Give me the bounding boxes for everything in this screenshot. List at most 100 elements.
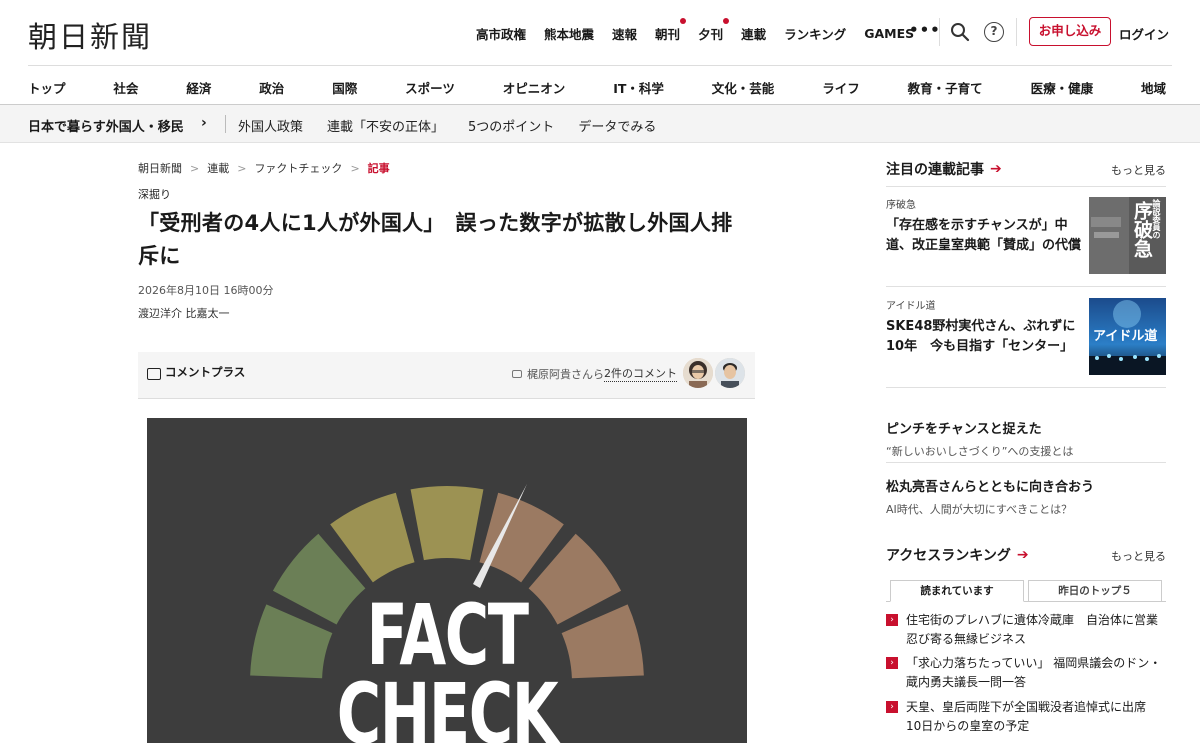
subscribe-button[interactable]: お申し込み [1029, 17, 1111, 46]
divider [886, 462, 1166, 463]
check-word: CHECK [336, 665, 559, 743]
category-item[interactable]: 文化・芸能 [712, 78, 775, 97]
breadcrumb-current: 記事 [367, 162, 390, 175]
top-nav-item[interactable]: 速報 [612, 24, 637, 43]
tab-most-read[interactable]: 読まれています [890, 580, 1024, 602]
divider [886, 186, 1166, 187]
series-title-text: 注目の連載記事 [886, 162, 984, 178]
comment-commenters: 梶原阿貴さんら [527, 367, 604, 381]
promo-subtitle: “新しいおいしさづくり”への支援とは [886, 445, 1074, 458]
divider [225, 115, 226, 133]
ranking-arrow-icon: › [886, 701, 898, 713]
breadcrumb-separator-icon: > [190, 161, 200, 175]
fact-check-hero-image: FACT CHECK [147, 418, 747, 743]
comment-summary: 梶原阿貴さんら 2件のコメント [512, 365, 677, 382]
series-section-title[interactable]: 注目の連載記事 ➔ [886, 159, 1002, 179]
breadcrumb-separator-icon: > [237, 161, 247, 175]
divider [939, 18, 940, 46]
top-nav-item[interactable]: 朝刊 [655, 18, 687, 43]
promo-title[interactable]: ピンチをチャンスと捉えた [886, 418, 1166, 437]
top-nav-item[interactable]: 高市政権 [476, 24, 526, 43]
ranking-tabs: 読まれています 昨日のトップ５ [886, 580, 1166, 602]
asahi-logo[interactable]: 朝日新聞 [28, 14, 152, 56]
more-menu-button[interactable]: ••• [909, 21, 941, 39]
ranking-item[interactable]: › 住宅街のプレハブに遺体冷蔵庫 自治体に営業 忍び寄る無縁ビジネス [886, 611, 1170, 649]
promo-title[interactable]: 松丸亮吾さんらとともに向き合おう [886, 476, 1166, 495]
help-icon[interactable]: ? [984, 22, 1004, 42]
thumbnail-label: 序破急 [1131, 201, 1153, 258]
divider [1016, 18, 1017, 46]
promo-subtitle: AI時代、人間が大切にすべきことは？ [886, 503, 1073, 516]
topic-link[interactable]: データでみる [578, 116, 656, 135]
comment-count-link[interactable]: 2件のコメント [604, 365, 677, 382]
top-nav-item[interactable]: 夕刊 [698, 18, 730, 43]
arrow-right-icon: ➔ [1016, 547, 1029, 563]
ranking-more-link[interactable]: もっと見る [1111, 548, 1166, 564]
gauge-segment [410, 486, 484, 561]
article-date: 2026年8月10日 16時00分 [138, 284, 274, 297]
avatar[interactable] [715, 358, 745, 388]
comment-plus-label[interactable]: コメントプラス [165, 364, 245, 380]
login-link[interactable]: ログイン [1119, 24, 1169, 43]
top-nav-item[interactable]: 熊本地震 [544, 24, 594, 43]
series-more-link[interactable]: もっと見る [1111, 162, 1166, 178]
category-item[interactable]: 社会 [113, 78, 138, 97]
topic-link[interactable]: 連載「不安の正体」 [327, 116, 444, 135]
ranking-item[interactable]: › 「求心力落ちたっていい」 福岡県議会のドン・蔵内勇夫議長一問一答 [886, 654, 1166, 692]
category-item[interactable]: 教育・子育て [908, 78, 983, 97]
avatar[interactable] [683, 358, 713, 388]
comment-icon [147, 368, 161, 380]
article-title: 「受刑者の4人に1人が外国人」 誤った数字が拡散し外国人排斥に [138, 211, 733, 268]
series-thumbnail[interactable]: 論説委員の 序破急 [1089, 197, 1166, 274]
top-nav-item[interactable]: GAMES [864, 26, 914, 41]
ranking-item-title[interactable]: 住宅街のプレハブに遺体冷蔵庫 自治体に営業 忍び寄る無縁ビジネス [906, 611, 1170, 649]
article-authors[interactable]: 渡辺洋介 比嘉太一 [138, 305, 230, 321]
ranking-arrow-icon: › [886, 657, 898, 669]
top-nav-item[interactable]: ランキング [784, 24, 846, 43]
arrow-right-icon: ➔ [990, 161, 1002, 177]
breadcrumb-separator-icon: > [350, 161, 360, 175]
promo-item[interactable]: 松丸亮吾さんらとともに向き合おう AI時代、人間が大切にすべきことは？ [886, 476, 1166, 517]
series-item-title[interactable]: SKE48野村実代さん、ぶれずに10年 今も目指す「センター」 [886, 317, 1081, 357]
topic-link[interactable]: 外国人政策 [238, 116, 303, 135]
ranking-item[interactable]: › 天皇、皇后両陛下が全国戦没者追悼式に出席 10日からの皇室の予定 [886, 698, 1166, 736]
top-nav-item[interactable]: 連載 [741, 24, 766, 43]
category-item[interactable]: スポーツ [405, 78, 455, 97]
category-item[interactable]: オピニオン [503, 78, 566, 97]
category-item[interactable]: トップ [28, 78, 66, 97]
divider [28, 65, 1172, 66]
promo-item[interactable]: ピンチをチャンスと捉えた “新しいおいしさづくり”への支援とは [886, 418, 1166, 459]
chevron-right-icon[interactable]: › [201, 115, 207, 131]
article-kicker: 深掘り [138, 188, 171, 201]
category-item[interactable]: 地域 [1141, 78, 1166, 97]
category-item[interactable]: 経済 [186, 78, 211, 97]
category-item[interactable]: 医療・健康 [1031, 78, 1094, 97]
ranking-section-title[interactable]: アクセスランキング ➔ [886, 545, 1029, 565]
category-item[interactable]: ライフ [822, 78, 860, 97]
topic-title-link[interactable]: 日本で暮らす外国人・移民 [28, 116, 184, 135]
divider [886, 286, 1166, 287]
tab-yesterday-top5[interactable]: 昨日のトップ５ [1028, 580, 1162, 602]
category-item[interactable]: 政治 [259, 78, 284, 97]
category-item[interactable]: IT・科学 [613, 78, 664, 97]
divider [886, 387, 1166, 388]
top-nav: 高市政権 熊本地震 速報 朝刊 夕刊 連載 ランキング GAMES [476, 18, 932, 43]
category-nav: トップ 社会 経済 政治 国際 スポーツ オピニオン IT・科学 文化・芸能 ラ… [28, 78, 1166, 97]
breadcrumb-link[interactable]: 連載 [207, 160, 229, 176]
topic-bar: 日本で暮らす外国人・移民 › 外国人政策 連載「不安の正体」 5つのポイント デ… [0, 105, 1200, 143]
ranking-arrow-icon: › [886, 614, 898, 626]
comment-plus-bar: コメントプラス 梶原阿貴さんら 2件のコメント [138, 352, 755, 399]
series-thumbnail[interactable]: アイドル道 [1089, 298, 1166, 375]
ranking-item-title[interactable]: 「求心力落ちたっていい」 福岡県議会のドン・蔵内勇夫議長一問一答 [906, 654, 1166, 692]
breadcrumb-link[interactable]: ファクトチェック [254, 160, 342, 176]
ranking-item-title[interactable]: 天皇、皇后両陛下が全国戦没者追悼式に出席 10日からの皇室の予定 [906, 698, 1166, 736]
breadcrumb-link[interactable]: 朝日新聞 [138, 160, 182, 176]
speech-bubble-icon [512, 369, 522, 378]
search-icon[interactable] [950, 22, 970, 42]
ranking-title-text: アクセスランキング [886, 548, 1011, 564]
topic-link[interactable]: 5つのポイント [468, 116, 554, 135]
topic-links: 外国人政策 連載「不安の正体」 5つのポイント データでみる [238, 116, 680, 135]
category-item[interactable]: 国際 [332, 78, 357, 97]
thumbnail-label: アイドル道 [1093, 329, 1158, 344]
series-item-title[interactable]: 「存在感を示すチャンスが」中道、改正皇室典範「賛成」の代償 [886, 216, 1081, 256]
